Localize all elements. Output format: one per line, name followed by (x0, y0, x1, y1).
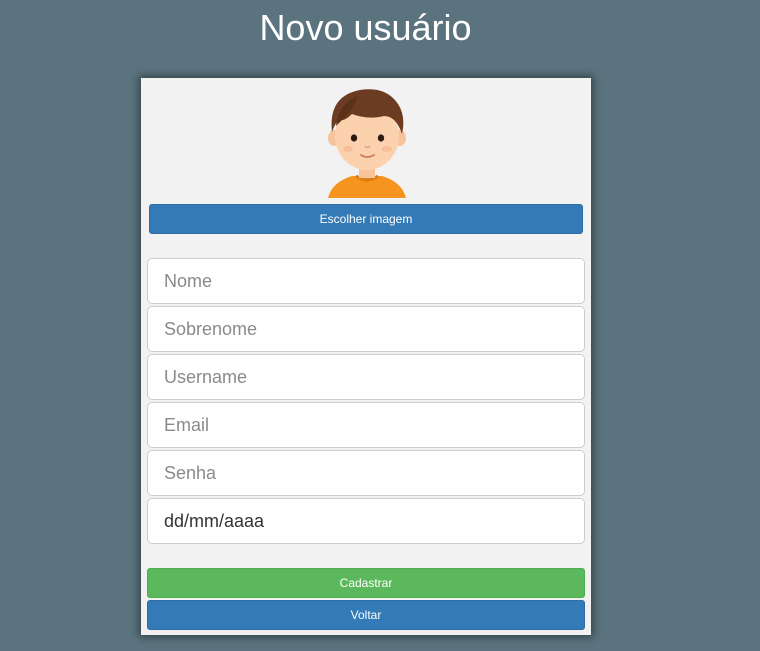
last-name-input[interactable] (147, 306, 585, 352)
back-button[interactable]: Voltar (147, 600, 585, 630)
choose-image-button[interactable]: Escolher imagem (149, 204, 583, 234)
signup-card: Escolher imagem Cadastrar Voltar (141, 78, 591, 635)
username-input[interactable] (147, 354, 585, 400)
first-name-input[interactable] (147, 258, 585, 304)
avatar-boy-icon (324, 86, 410, 198)
birthdate-input[interactable] (147, 498, 585, 544)
password-input[interactable] (147, 450, 585, 496)
register-button[interactable]: Cadastrar (147, 568, 585, 598)
email-input[interactable] (147, 402, 585, 448)
page-title: Novo usuário (259, 7, 472, 48)
